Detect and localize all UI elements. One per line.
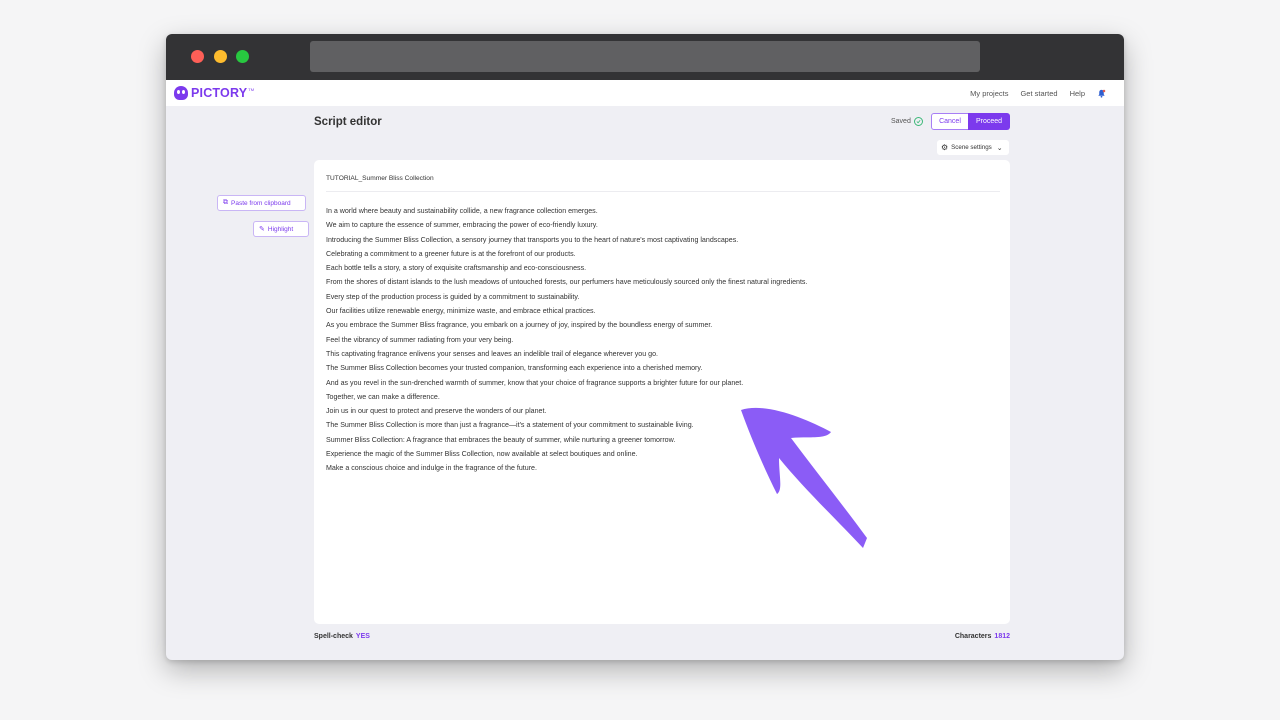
script-line[interactable]: Feel the vibrancy of summer radiating fr… [326,333,996,347]
nav-my-projects[interactable]: My projects [970,89,1008,98]
bell-icon[interactable] [1097,89,1106,98]
paste-label: Paste from clipboard [231,199,291,207]
address-bar[interactable] [310,41,980,72]
cancel-button[interactable]: Cancel [931,113,969,130]
script-line[interactable]: Experience the magic of the Summer Bliss… [326,447,996,461]
title-divider [326,191,1000,192]
script-line[interactable]: Together, we can make a difference. [326,390,996,404]
script-line[interactable]: Make a conscious choice and indulge in t… [326,461,996,475]
spellcheck-value[interactable]: YES [356,633,370,640]
maximize-window-button[interactable] [236,50,249,63]
script-line[interactable]: We aim to capture the essence of summer,… [326,218,996,232]
spellcheck-status[interactable]: Spell-check YES [314,633,370,640]
script-editor[interactable]: TUTORIAL_Summer Bliss Collection In a wo… [314,160,1010,624]
saved-status: Saved [891,117,923,126]
script-line[interactable]: Join us in our quest to protect and pres… [326,404,996,418]
gear-icon: ⚙ [941,142,949,152]
chevron-down-icon: ⌄ [996,144,1003,152]
characters-label: Characters [954,633,992,640]
proceed-button[interactable]: Proceed [968,113,1010,130]
script-line[interactable]: And as you revel in the sun-drenched war… [326,376,996,390]
check-circle-icon [913,117,923,126]
saved-label: Saved [891,118,911,125]
logo-icon [174,86,188,100]
script-line[interactable]: This captivating fragrance enlivens your… [326,347,996,361]
minimize-window-button[interactable] [214,50,227,63]
scene-settings-dropdown[interactable]: ⚙ Scene settings ⌄ [937,140,1009,155]
browser-window: PICTORY TM My projects Get started Help … [166,34,1124,660]
script-line[interactable]: Our facilities utilize renewable energy,… [326,304,996,318]
script-line[interactable]: Celebrating a commitment to a greener fu… [326,247,996,261]
script-line[interactable]: From the shores of distant islands to th… [326,275,996,289]
script-line[interactable]: The Summer Bliss Collection becomes your… [326,361,996,375]
script-title[interactable]: TUTORIAL_Summer Bliss Collection [326,175,434,182]
close-window-button[interactable] [191,50,204,63]
script-line[interactable]: Introducing the Summer Bliss Collection,… [326,233,996,247]
script-line[interactable]: Every step of the production process is … [326,290,996,304]
paste-from-clipboard-button[interactable]: ⧉ Paste from clipboard [217,195,306,211]
nav-get-started[interactable]: Get started [1020,89,1057,98]
characters-value: 1812 [994,633,1010,640]
highlight-label: Highlight [267,225,294,233]
spellcheck-label: Spell-check [314,633,353,640]
pictory-logo[interactable]: PICTORY TM [174,84,254,102]
nav-help[interactable]: Help [1070,89,1085,98]
script-line[interactable]: In a world where beauty and sustainabili… [326,204,996,218]
scene-settings-label: Scene settings [951,144,992,151]
script-line[interactable]: Summer Bliss Collection: A fragrance tha… [326,433,996,447]
logo-tm: TM [248,86,255,92]
app-header: PICTORY TM My projects Get started Help [166,80,1124,106]
character-count: Characters 1812 [955,633,1010,640]
script-line[interactable]: As you embrace the Summer Bliss fragranc… [326,318,996,332]
clipboard-icon: ⧉ [223,199,228,206]
script-line[interactable]: The Summer Bliss Collection is more than… [326,418,996,432]
arrow-annotation-icon [741,407,867,548]
highlight-button[interactable]: ✎ Highlight [253,221,309,237]
browser-titlebar [166,34,1124,80]
top-nav: My projects Get started Help [958,80,1106,106]
highlighter-icon: ✎ [259,226,265,233]
page-title: Script editor [314,116,382,128]
logo-text: PICTORY [191,86,248,100]
script-text[interactable]: In a world where beauty and sustainabili… [326,204,996,476]
script-line[interactable]: Each bottle tells a story, a story of ex… [326,261,996,275]
